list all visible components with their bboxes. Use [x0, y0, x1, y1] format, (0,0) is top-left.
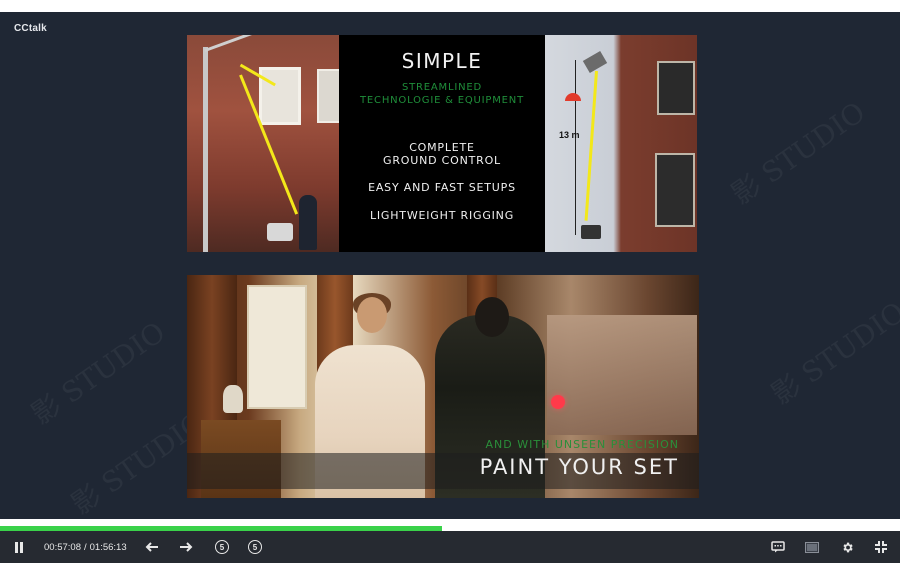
- rig-photo-left: [187, 35, 343, 252]
- pause-icon: [15, 541, 23, 553]
- subheading-line: STREAMLINED: [401, 82, 482, 93]
- pause-button[interactable]: [8, 531, 30, 563]
- settings-icon: [842, 542, 853, 552]
- exit-fullscreen-icon: [875, 541, 887, 553]
- forward-5-icon: 5: [248, 540, 262, 554]
- feature-line: EASY AND FAST SETUPS: [368, 181, 516, 194]
- slide-heading: SIMPLE: [401, 49, 483, 73]
- building-window: [655, 153, 695, 227]
- woman-head: [475, 297, 509, 337]
- camera-head: [267, 223, 293, 241]
- caption-title: PAINT YOUR SET: [479, 455, 679, 479]
- door: [247, 285, 307, 409]
- picture-in-picture-button[interactable]: [802, 531, 822, 563]
- crane-pole: [203, 47, 208, 252]
- cable-line: [584, 70, 598, 221]
- slide-subheading: STREAMLINED TECHNOLOGIE & EQUIPMENT: [339, 81, 545, 107]
- angle-indicator-icon: [565, 93, 581, 101]
- feature-line: GROUND CONTROL: [383, 154, 501, 167]
- operator-figure: [299, 195, 317, 250]
- camera-base: [581, 225, 601, 239]
- crowd-figures: [547, 315, 697, 435]
- watermark: 影 STUDIO: [725, 95, 872, 212]
- building-window: [657, 61, 695, 115]
- video-player[interactable]: CCtalk 影 STUDIO 影 STUDIO 影 STUDIO 影 STUD…: [0, 12, 900, 519]
- previous-arrow-icon: [145, 542, 158, 552]
- camera-head: [582, 50, 608, 74]
- time-display: 00:57:08 / 01:56:13: [44, 531, 130, 563]
- watermark: 影 STUDIO: [765, 295, 900, 412]
- exit-fullscreen-button[interactable]: [871, 531, 891, 563]
- current-time: 00:57:08: [44, 541, 81, 553]
- settings-button[interactable]: [837, 531, 857, 563]
- subheading-line: TECHNOLOGIE & EQUIPMENT: [360, 95, 524, 106]
- feature-line: LIGHTWEIGHT RIGGING: [369, 209, 515, 222]
- slide-top-panel: SIMPLE STREAMLINED TECHNOLOGIE & EQUIPME…: [187, 35, 697, 252]
- slide-text-block: SIMPLE STREAMLINED TECHNOLOGIE & EQUIPME…: [339, 35, 545, 252]
- watermark: 影 STUDIO: [25, 315, 172, 432]
- rewind-5-icon: 5: [215, 540, 229, 554]
- forward-5-button[interactable]: 5: [245, 531, 265, 563]
- player-controls: 00:57:08 / 01:56:13 5 5: [0, 531, 900, 563]
- time-separator: /: [83, 541, 87, 553]
- total-time: 01:56:13: [89, 541, 127, 553]
- rewind-5-button[interactable]: 5: [212, 531, 232, 563]
- building-window: [259, 67, 301, 125]
- feature-line: COMPLETE: [409, 141, 475, 154]
- app-title: CCtalk: [14, 23, 47, 34]
- subtitles-icon: [771, 541, 785, 553]
- next-arrow-icon: [180, 542, 193, 552]
- caption-subtitle: AND WITH UNSEEN PRECISION: [485, 438, 679, 451]
- dimension-line: [575, 60, 576, 235]
- crane-arm: [204, 35, 281, 52]
- lamp: [223, 385, 243, 413]
- dimension-label: 13 m: [559, 130, 580, 140]
- previous-button[interactable]: [142, 531, 162, 563]
- slide-bottom-panel: AND WITH UNSEEN PRECISION PAINT YOUR SET: [187, 275, 699, 498]
- picture-in-picture-icon: [805, 541, 819, 553]
- rig-photo-right: 13 m: [545, 35, 697, 252]
- next-button[interactable]: [176, 531, 196, 563]
- woman-head: [357, 297, 387, 333]
- laser-pointer-dot: [551, 395, 565, 409]
- subtitles-button[interactable]: [768, 531, 788, 563]
